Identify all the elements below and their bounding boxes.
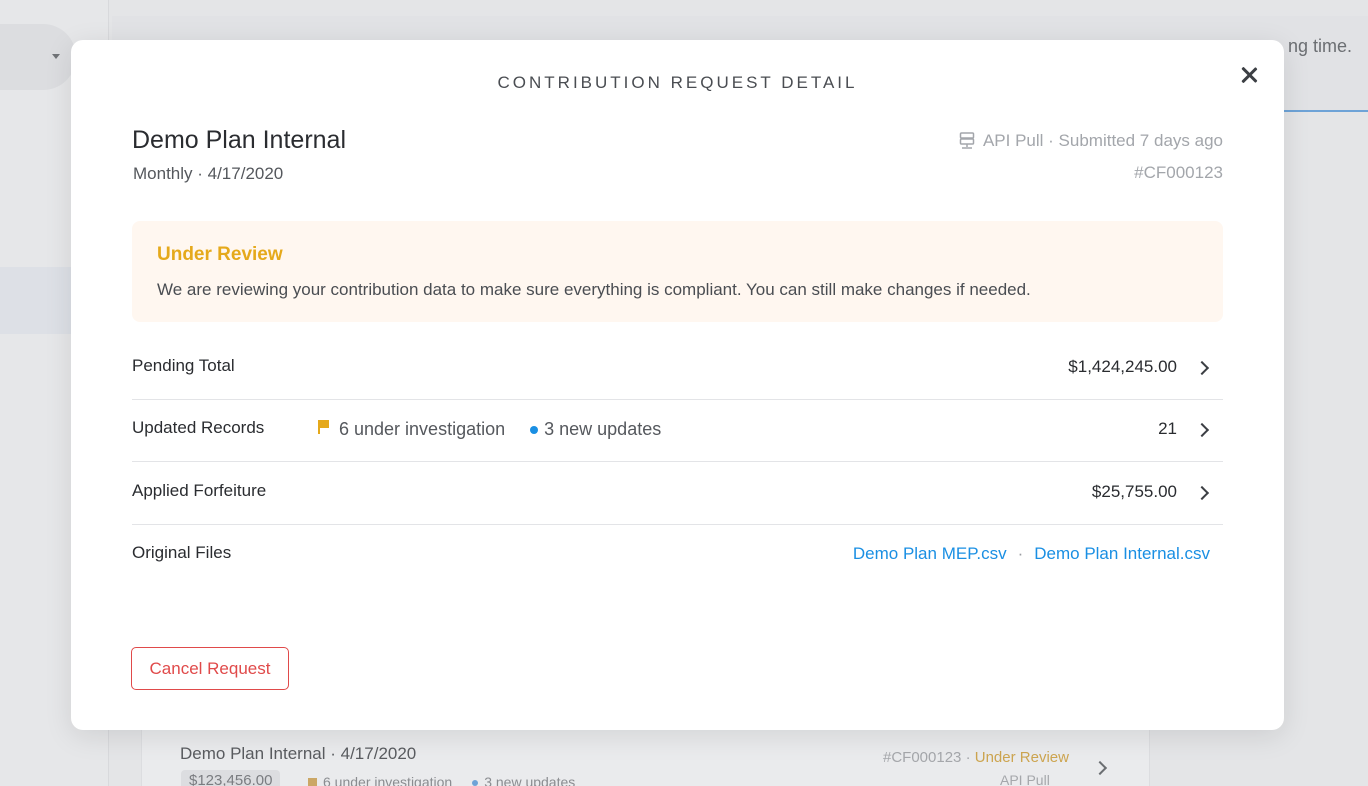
status-message: We are reviewing your contribution data … <box>157 280 1031 299</box>
updated-records-value: 21 <box>1158 419 1177 438</box>
original-files-links: Demo Plan MEP.csv · Demo Plan Internal.c… <box>853 544 1210 564</box>
top-bar <box>109 0 1368 16</box>
flag-icon <box>317 419 331 440</box>
plan-title: Demo Plan Internal <box>132 126 347 154</box>
pending-total-value: $1,424,245.00 <box>1068 357 1177 376</box>
record-tags: 6 under investigation 3 new updates <box>317 419 661 440</box>
applied-forfeiture-value: $25,755.00 <box>1091 482 1177 501</box>
request-card-source: API Pull <box>1000 772 1050 786</box>
info-banner-text: ng time. <box>1288 36 1353 56</box>
request-card-investigation: 6 under investigation <box>323 774 453 786</box>
request-card-amount: $123,456.00 <box>181 770 281 786</box>
file-separator: · <box>1017 544 1024 563</box>
submission-source-text: API Pull · Submitted 7 days ago <box>982 131 1223 150</box>
chevron-right-icon[interactable] <box>1194 485 1210 501</box>
chevron-right-icon[interactable] <box>1194 422 1210 438</box>
status-title: Under Review <box>157 244 283 265</box>
contribution-request-modal: CONTRIBUTION REQUEST DETAIL Demo Plan In… <box>71 40 1284 730</box>
updated-records-row[interactable]: Updated Records 6 under investigation 3 … <box>132 400 1223 462</box>
cancel-request-button[interactable]: Cancel Request <box>131 647 289 690</box>
request-card-id: #CF000123 <box>883 749 962 766</box>
plan-subtitle: Monthly · 4/17/2020 <box>133 164 284 183</box>
file-link-mep[interactable]: Demo Plan MEP.csv <box>853 544 1007 564</box>
server-icon <box>959 132 975 150</box>
request-card-tags: 6 under investigation 3 new updates <box>308 774 575 786</box>
flag-icon <box>308 778 317 786</box>
chevron-right-icon[interactable] <box>1194 360 1210 376</box>
dot-icon <box>530 425 539 434</box>
original-files-label: Original Files <box>132 543 232 562</box>
investigation-count: 6 under investigation <box>339 419 506 439</box>
pending-total-row[interactable]: Pending Total $1,424,245.00 <box>132 338 1223 400</box>
pending-total-label: Pending Total <box>132 356 235 375</box>
dot-icon <box>472 780 479 786</box>
updated-records-label: Updated Records <box>132 418 265 437</box>
status-banner: Under Review We are reviewing your contr… <box>132 221 1223 322</box>
request-card-id-separator: · <box>961 749 975 766</box>
close-icon[interactable] <box>1238 64 1260 86</box>
request-card-updates: 3 new updates <box>484 774 576 786</box>
caret-down-icon <box>52 54 60 59</box>
new-updates-count: 3 new updates <box>544 419 662 439</box>
applied-forfeiture-label: Applied Forfeiture <box>132 481 267 500</box>
submission-source: API Pull · Submitted 7 days ago <box>959 131 1223 151</box>
request-card-status: Under Review <box>974 749 1069 766</box>
original-files-row: Original Files Demo Plan MEP.csv · Demo … <box>132 525 1223 587</box>
modal-heading: CONTRIBUTION REQUEST DETAIL <box>497 73 858 92</box>
request-card-meta: #CF000123 · Under Review <box>883 749 1069 766</box>
request-card-title: Demo Plan Internal · 4/17/2020 <box>180 744 417 763</box>
applied-forfeiture-row[interactable]: Applied Forfeiture $25,755.00 <box>132 463 1223 525</box>
request-id: #CF000123 <box>1134 163 1223 182</box>
plan-selector[interactable] <box>0 24 76 90</box>
file-link-internal[interactable]: Demo Plan Internal.csv <box>1034 544 1210 564</box>
